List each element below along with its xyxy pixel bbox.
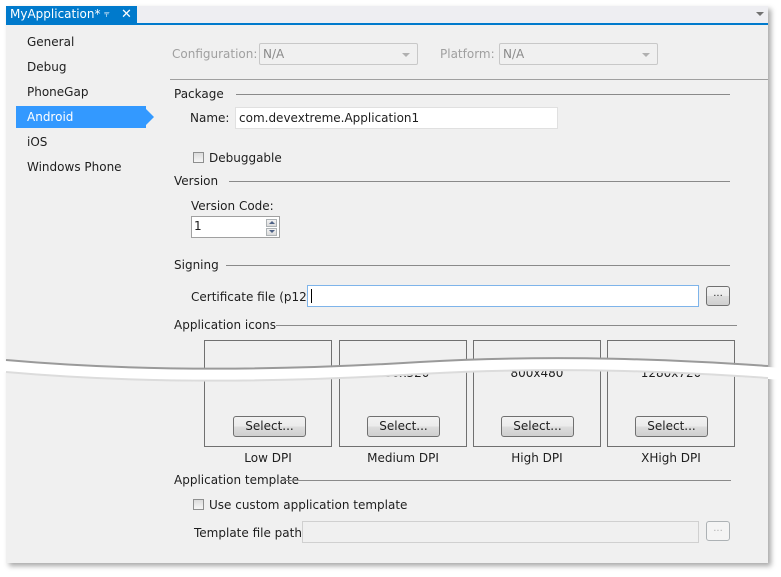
signing-heading: Signing — [174, 258, 219, 272]
app-template-heading: Application template — [174, 473, 300, 487]
configuration-value: N/A — [263, 47, 285, 61]
chevron-down-icon — [269, 230, 275, 233]
platform-value: N/A — [503, 47, 525, 61]
decrement-button[interactable] — [266, 228, 277, 236]
select-high-dpi-button[interactable]: Select... — [501, 416, 574, 437]
select-medium-dpi-button[interactable]: Select... — [367, 416, 440, 437]
icon-slot-high-dpi: 800x480 Select... — [473, 340, 601, 447]
divider — [236, 94, 730, 95]
divider — [170, 79, 768, 80]
tab-title: MyApplication* — [10, 7, 101, 21]
medium-dpi-label: Medium DPI — [367, 451, 439, 465]
divider — [226, 265, 730, 266]
pin-icon[interactable]: ⫧ — [104, 6, 110, 23]
chevron-down-icon[interactable] — [756, 12, 764, 16]
icon-slot-xhigh-dpi: 1280x720 Select... — [607, 340, 735, 447]
sidebar-item-android[interactable]: Android — [16, 106, 154, 128]
certificate-file-input[interactable] — [307, 285, 699, 307]
icon-resolution: 1280x720 — [640, 366, 702, 380]
high-dpi-label: High DPI — [511, 451, 563, 465]
chevron-down-icon — [642, 53, 650, 57]
project-properties-window: MyApplication* ⫧ ✕ General Debug PhoneGa… — [6, 6, 768, 563]
chevron-down-icon — [402, 53, 410, 57]
version-code-value: 1 — [194, 219, 202, 233]
platform-select[interactable]: N/A — [499, 43, 658, 65]
configuration-label: Configuration: — [172, 47, 258, 61]
template-browse-button[interactable]: ... — [706, 521, 730, 541]
document-tab-bar: MyApplication* ⫧ ✕ — [6, 6, 768, 25]
sidebar-item-ios[interactable]: iOS — [16, 131, 146, 153]
package-name-input[interactable]: com.devextreme.Application1 — [235, 107, 558, 129]
divider — [282, 480, 731, 481]
sidebar-item-general[interactable]: General — [16, 31, 146, 53]
select-xhigh-dpi-button[interactable]: Select... — [635, 416, 708, 437]
icon-slot-low-dpi: Select... — [204, 340, 332, 447]
divider — [276, 325, 737, 326]
sidebar-item-debug[interactable]: Debug — [16, 56, 146, 78]
icon-slot-medium-dpi: 480x320 Select... — [339, 340, 467, 447]
version-code-label: Version Code: — [191, 199, 274, 213]
platform-label: Platform: — [440, 47, 495, 61]
increment-button[interactable] — [266, 219, 277, 227]
debuggable-label: Debuggable — [209, 151, 282, 165]
app-icons-heading: Application icons — [174, 318, 276, 332]
close-icon[interactable]: ✕ — [121, 6, 132, 23]
chevron-up-icon — [269, 221, 275, 224]
use-custom-template-checkbox[interactable] — [193, 499, 204, 510]
certificate-browse-button[interactable]: ... — [706, 286, 730, 306]
icon-resolution: 480x320 — [376, 366, 430, 380]
sidebar-item-phonegap[interactable]: PhoneGap — [16, 81, 146, 103]
package-heading: Package — [174, 87, 224, 101]
text-caret — [311, 289, 312, 303]
configuration-select[interactable]: N/A — [259, 43, 418, 65]
version-code-stepper[interactable]: 1 — [191, 216, 280, 238]
icon-resolution: 800x480 — [510, 366, 564, 380]
xhigh-dpi-label: XHigh DPI — [641, 451, 701, 465]
certificate-label: Certificate file (p12): — [191, 290, 316, 304]
select-low-dpi-button[interactable]: Select... — [233, 416, 306, 437]
tab-myapplication[interactable]: MyApplication* ⫧ ✕ — [6, 6, 137, 23]
debuggable-checkbox[interactable] — [193, 152, 204, 163]
template-path-input[interactable] — [302, 521, 699, 543]
version-heading: Version — [174, 174, 219, 188]
use-custom-template-label: Use custom application template — [209, 498, 408, 512]
template-path-label: Template file path: — [194, 526, 306, 540]
sidebar-item-windows-phone[interactable]: Windows Phone — [16, 156, 146, 178]
low-dpi-label: Low DPI — [244, 451, 292, 465]
name-label: Name: — [190, 111, 230, 125]
divider — [229, 181, 730, 182]
